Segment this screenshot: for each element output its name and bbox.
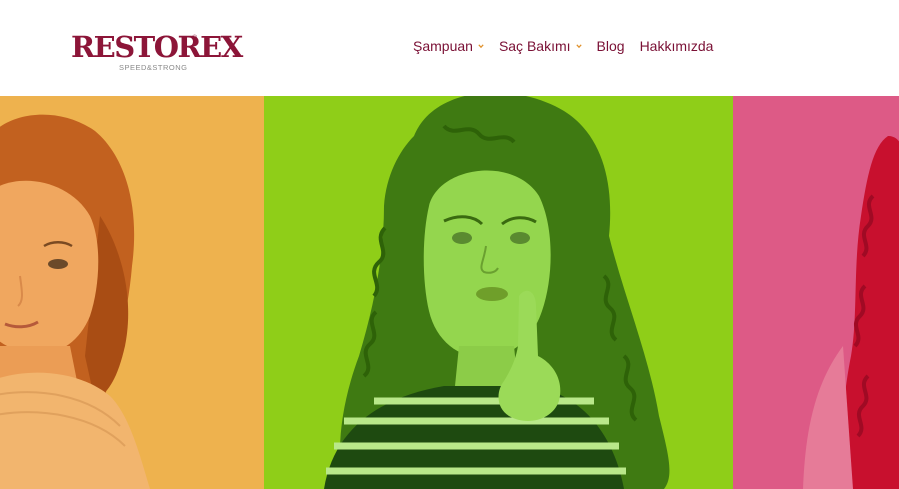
main-navigation: Şampuan Saç Bakımı Blog Hakkımızda — [413, 37, 713, 55]
nav-item-hakkimizda[interactable]: Hakkımızda — [640, 37, 714, 55]
registered-mark: ® — [192, 35, 198, 42]
hero-banner — [0, 96, 899, 489]
nav-item-sampuan[interactable]: Şampuan — [413, 37, 484, 55]
brand-logo[interactable]: RESTOREX ® SPEED&STRONG — [71, 30, 243, 76]
nav-item-label: Hakkımızda — [639, 38, 714, 54]
brand-name: RESTOREX — [71, 30, 243, 64]
site-header: RESTOREX ® SPEED&STRONG Şampuan Saç Bakı… — [0, 0, 899, 96]
woman-portrait-image — [803, 136, 899, 489]
nav-item-label: Şampuan — [413, 38, 473, 54]
nav-item-label: Blog — [596, 38, 625, 54]
hero-panel-pink — [733, 96, 899, 489]
brand-tagline: SPEED&STRONG — [119, 63, 188, 72]
woman-portrait-image — [324, 96, 670, 489]
nav-item-blog[interactable]: Blog — [597, 37, 625, 55]
chevron-down-icon — [575, 44, 582, 49]
woman-portrait-image — [0, 114, 150, 489]
nav-item-label: Saç Bakımı — [498, 38, 571, 54]
hero-panel-orange — [0, 96, 264, 489]
chevron-down-icon — [478, 44, 484, 49]
hero-panel-green — [264, 96, 733, 489]
nav-item-sac-bakimi[interactable]: Saç Bakımı — [499, 37, 582, 55]
